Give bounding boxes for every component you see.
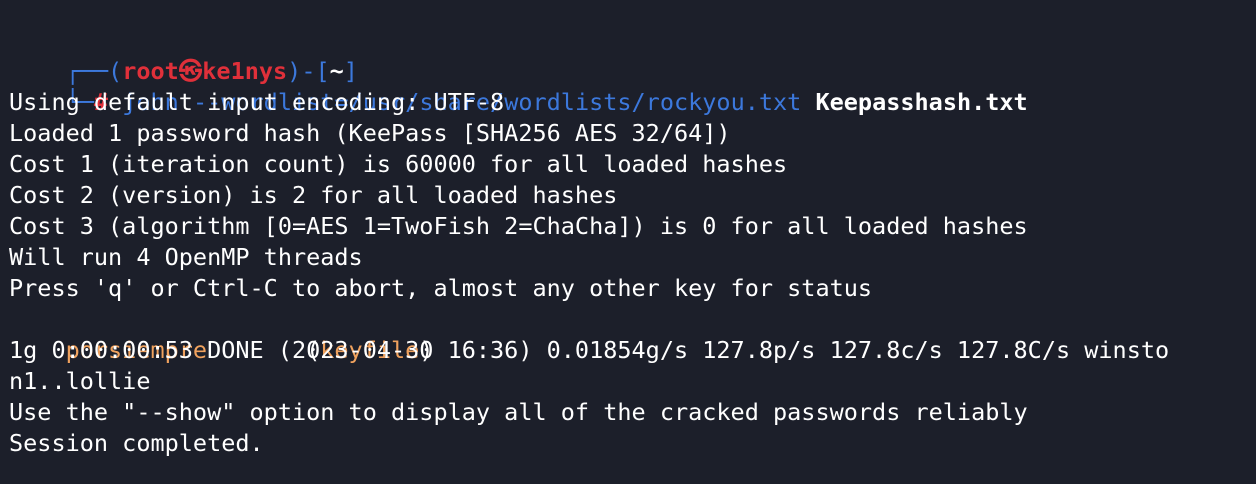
command-file-arg: Keepasshash.txt bbox=[815, 88, 1028, 116]
output-line-11: Use the "--show" option to display all o… bbox=[9, 398, 1028, 426]
output-line-3: Cost 1 (iteration count) is 60000 for al… bbox=[9, 150, 788, 178]
prompt-mid: )-[ bbox=[287, 57, 330, 85]
output-line-12: Session completed. bbox=[9, 429, 264, 457]
output-line-5: Cost 3 (algorithm [0=AES 1=TwoFish 2=Cha… bbox=[9, 212, 1028, 240]
terminal-window[interactable]: ┌──(root㉿ke1nys)-[~] └─# john --wordlist… bbox=[0, 0, 1256, 484]
prompt-corner-top: ┌──( bbox=[65, 57, 123, 85]
prompt-close: ] bbox=[343, 57, 358, 85]
output-line-4: Cost 2 (version) is 2 for all loaded has… bbox=[9, 181, 618, 209]
cracked-result-line: porsiempre (keyfile) bbox=[9, 304, 1256, 364]
output-line-9: 1g 0:00:00:53 DONE (2023-04-30 16:36) 0.… bbox=[9, 336, 1170, 364]
prompt-host: ke1nys bbox=[202, 57, 288, 85]
prompt-line-top: ┌──(root㉿ke1nys)-[~] bbox=[9, 25, 1256, 85]
prompt-user: root bbox=[122, 57, 179, 85]
skull-icon: ㉿ bbox=[178, 57, 203, 85]
output-line-10: n1..lollie bbox=[9, 367, 151, 395]
output-line-2: Loaded 1 password hash (KeePass [SHA256 … bbox=[9, 119, 731, 147]
output-line-7: Press 'q' or Ctrl-C to abort, almost any… bbox=[9, 274, 873, 302]
prompt-dir: ~ bbox=[329, 57, 344, 85]
output-line-6: Will run 4 OpenMP threads bbox=[9, 243, 363, 271]
